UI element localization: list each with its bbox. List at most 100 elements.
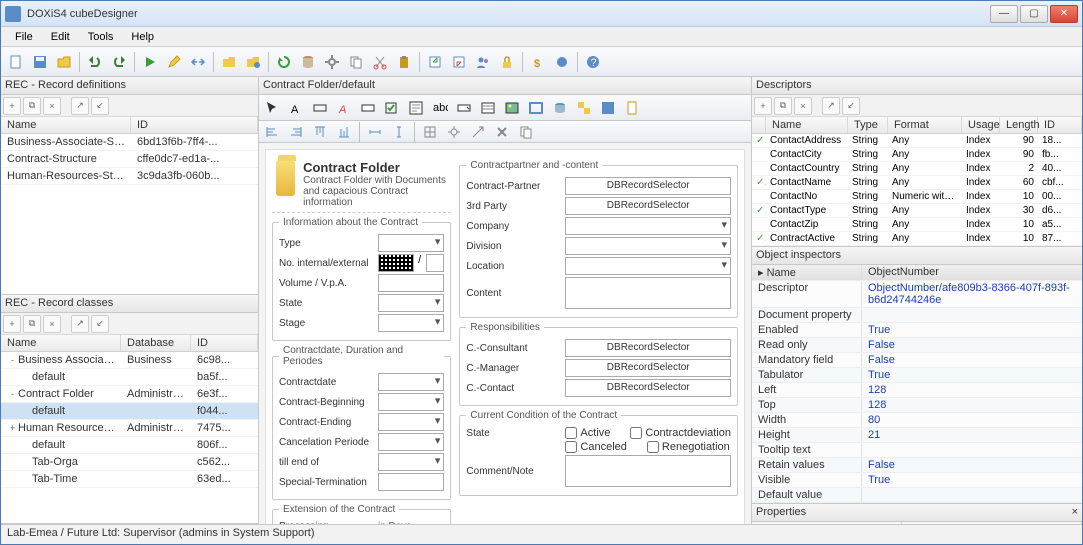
tool-save-icon[interactable] xyxy=(29,51,51,73)
tool-help-icon[interactable]: ? xyxy=(582,51,604,73)
inspector-row[interactable]: Tooltip text xyxy=(752,443,1082,458)
inspector-row[interactable]: ▸ NameObjectNumber xyxy=(752,265,1082,281)
db-selector[interactable]: DBRecordSelector xyxy=(565,177,731,195)
ft-doc-icon[interactable] xyxy=(621,97,643,119)
tool-refresh-icon[interactable] xyxy=(273,51,295,73)
tool-undo-icon[interactable] xyxy=(84,51,106,73)
chk-deviation[interactable]: Contractdeviation xyxy=(630,427,731,439)
ft-image-icon[interactable] xyxy=(501,97,523,119)
tool-edit-icon[interactable] xyxy=(163,51,185,73)
cls-import-icon[interactable]: ↙ xyxy=(91,315,109,333)
table-row[interactable]: ✓ContactTypeStringAnyIndex30d6... xyxy=(752,204,1082,218)
ft2-align-left-icon[interactable] xyxy=(261,121,283,143)
combo-field[interactable] xyxy=(378,413,444,431)
db-selector[interactable]: DBRecordSelector xyxy=(565,197,731,215)
combo-field[interactable] xyxy=(565,217,731,235)
combo-field[interactable] xyxy=(565,237,731,255)
ft-check-icon[interactable] xyxy=(381,97,403,119)
table-row[interactable]: ✓ContactNameStringAnyIndex60cbf... xyxy=(752,176,1082,190)
combo-field[interactable] xyxy=(378,453,444,471)
inspector-row[interactable]: Top128 xyxy=(752,398,1082,413)
tool-db-icon[interactable] xyxy=(297,51,319,73)
inspector-row[interactable]: VisibleTrue xyxy=(752,473,1082,488)
table-row[interactable]: default806f... xyxy=(1,437,258,454)
table-row[interactable]: ✓ContactAddressStringAnyIndex9018... xyxy=(752,134,1082,148)
table-row[interactable]: Tab-Time63ed... xyxy=(1,471,258,488)
ft2-delete-icon[interactable] xyxy=(491,121,513,143)
inspector-row[interactable]: Read onlyFalse xyxy=(752,338,1082,353)
combo-field[interactable] xyxy=(378,314,444,332)
inspector-row[interactable]: Document property xyxy=(752,308,1082,323)
tool-open-icon[interactable] xyxy=(53,51,75,73)
desc-copy-icon[interactable]: ⧉ xyxy=(774,97,792,115)
ft2-snap-icon[interactable] xyxy=(443,121,465,143)
tool-export-icon[interactable] xyxy=(424,51,446,73)
desc-add-icon[interactable]: + xyxy=(754,97,772,115)
combo-field[interactable] xyxy=(378,234,444,252)
text-field[interactable] xyxy=(378,473,444,491)
tool-action-icon[interactable] xyxy=(551,51,573,73)
table-row[interactable]: ContactCityStringAnyIndex90fb... xyxy=(752,148,1082,162)
inspector-row[interactable]: TabulatorTrue xyxy=(752,368,1082,383)
props-close-icon[interactable]: × xyxy=(1072,506,1078,519)
ft2-align-bottom-icon[interactable] xyxy=(333,121,355,143)
ft2-align-right-icon[interactable] xyxy=(285,121,307,143)
text-field[interactable] xyxy=(426,254,445,272)
ft2-align-top-icon[interactable] xyxy=(309,121,331,143)
db-selector[interactable]: DBRecordSelector xyxy=(565,359,731,377)
table-row[interactable]: Tab-Orgac562... xyxy=(1,454,258,471)
ft-bold-icon[interactable]: A xyxy=(333,97,355,119)
combo-field[interactable] xyxy=(378,373,444,391)
table-row[interactable]: ContactZipStringAnyIndex10a5... xyxy=(752,218,1082,232)
menu-tools[interactable]: Tools xyxy=(80,29,122,45)
tool-cut-icon[interactable] xyxy=(369,51,391,73)
text-field[interactable] xyxy=(378,274,444,292)
table-row[interactable]: ContactCountryStringAnyIndex240... xyxy=(752,162,1082,176)
tool-paste-icon[interactable] xyxy=(393,51,415,73)
desc-del-icon[interactable]: × xyxy=(794,97,812,115)
tool-run-icon[interactable] xyxy=(139,51,161,73)
ft2-sizew-icon[interactable] xyxy=(364,121,386,143)
combo-field[interactable] xyxy=(378,433,444,451)
ft-combo-icon[interactable] xyxy=(453,97,475,119)
defs-add-icon[interactable]: + xyxy=(3,97,21,115)
tool-redo-icon[interactable] xyxy=(108,51,130,73)
table-row[interactable]: +Human Resources FolderAdministration747… xyxy=(1,420,258,437)
tool-dollar-icon[interactable]: $ xyxy=(527,51,549,73)
ft-abc-icon[interactable]: abc xyxy=(429,97,451,119)
inspector-row[interactable]: Height21 xyxy=(752,428,1082,443)
ft-memo-icon[interactable] xyxy=(405,97,427,119)
descriptors-grid[interactable]: ✓ContactAddressStringAnyIndex9018...Cont… xyxy=(752,134,1082,246)
combo-field[interactable] xyxy=(565,257,731,275)
defs-copy-icon[interactable]: ⧉ xyxy=(23,97,41,115)
inspector-row[interactable]: Retain valuesFalse xyxy=(752,458,1082,473)
cls-del-icon[interactable]: × xyxy=(43,315,61,333)
chk-canceled[interactable]: Canceled xyxy=(565,441,626,453)
tool-lock-icon[interactable] xyxy=(496,51,518,73)
menu-file[interactable]: File xyxy=(7,29,41,45)
table-row[interactable]: ✓ContractActiveStringAnyIndex1087... xyxy=(752,232,1082,246)
ft-save-icon[interactable] xyxy=(597,97,619,119)
close-button[interactable]: ✕ xyxy=(1050,5,1078,23)
menu-edit[interactable]: Edit xyxy=(43,29,78,45)
textarea-field[interactable] xyxy=(565,277,731,309)
db-selector[interactable]: DBRecordSelector xyxy=(565,379,731,397)
tool-new-icon[interactable] xyxy=(5,51,27,73)
tool-gear-icon[interactable] xyxy=(321,51,343,73)
inspector-row[interactable]: Mandatory fieldFalse xyxy=(752,353,1082,368)
chk-renegotiation[interactable]: Renegotiation xyxy=(647,441,730,453)
ft-text-icon[interactable]: A xyxy=(285,97,307,119)
ft2-grid-icon[interactable] xyxy=(419,121,441,143)
table-row[interactable]: -Business Associate FolderBusiness6c98..… xyxy=(1,352,258,369)
cls-copy-icon[interactable]: ⧉ xyxy=(23,315,41,333)
comment-field[interactable] xyxy=(565,455,731,487)
hatched-field[interactable] xyxy=(378,254,414,272)
ft-frame-icon[interactable] xyxy=(525,97,547,119)
inspector-row[interactable]: Left128 xyxy=(752,383,1082,398)
desc-export-icon[interactable]: ↗ xyxy=(822,97,840,115)
ft-list-icon[interactable] xyxy=(477,97,499,119)
ft-edit-icon[interactable] xyxy=(357,97,379,119)
table-row[interactable]: defaultf044... xyxy=(1,403,258,420)
tool-folder2-icon[interactable] xyxy=(242,51,264,73)
table-row[interactable]: -Contract FolderAdministration6e3f... xyxy=(1,386,258,403)
